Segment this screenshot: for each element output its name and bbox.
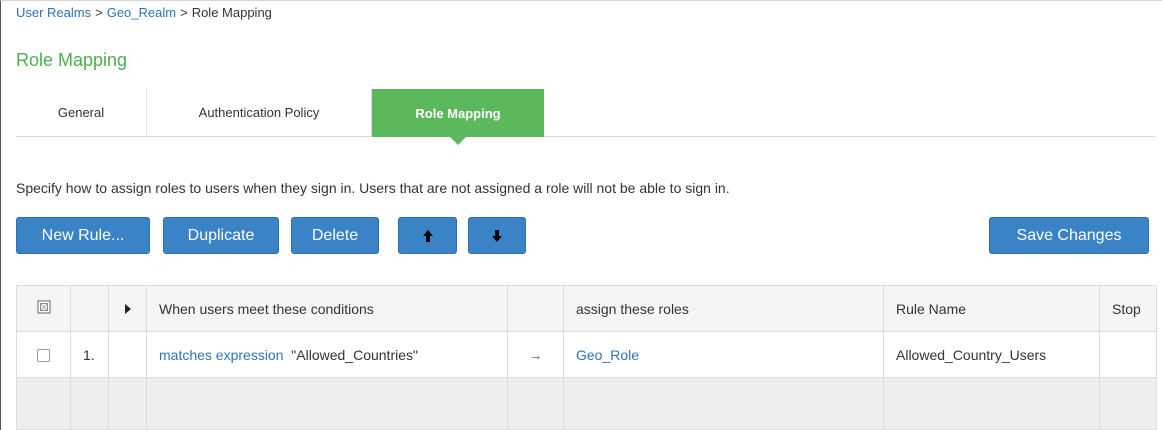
page-description: Specify how to assign roles to users whe… bbox=[16, 180, 730, 196]
select-all-header[interactable] bbox=[16, 285, 71, 332]
row-checkbox[interactable] bbox=[37, 349, 50, 363]
row-role: Geo_Role bbox=[563, 331, 884, 378]
row-index: 1. bbox=[70, 331, 109, 378]
roles-header: assign these roles bbox=[563, 285, 884, 332]
triangle-right-icon bbox=[124, 303, 131, 314]
row-expand-cell bbox=[108, 331, 147, 378]
table-row: 1. matches expression "Allowed_Countries… bbox=[16, 331, 1157, 378]
condition-value: "Allowed_Countries" bbox=[291, 346, 418, 363]
expand-header[interactable] bbox=[108, 285, 147, 332]
save-changes-button[interactable]: Save Changes bbox=[989, 217, 1149, 254]
page-title: Role Mapping bbox=[16, 50, 128, 70]
rule-name-header: Rule Name bbox=[883, 285, 1100, 332]
row-condition: matches expression "Allowed_Countries" bbox=[146, 331, 508, 378]
breadcrumb-separator: > bbox=[95, 5, 103, 20]
table-header-row: When users meet these conditions assign … bbox=[16, 285, 1157, 332]
breadcrumb-separator: > bbox=[180, 5, 188, 20]
tab-authentication-policy[interactable]: Authentication Policy bbox=[147, 89, 372, 136]
move-down-button[interactable] bbox=[468, 217, 526, 254]
arrow-header bbox=[507, 285, 564, 332]
select-all-checkbox-icon[interactable] bbox=[37, 300, 51, 314]
arrow-up-icon bbox=[422, 229, 433, 242]
tab-general[interactable]: General bbox=[16, 89, 147, 136]
tab-bar: General Authentication Policy Role Mappi… bbox=[16, 89, 1156, 145]
breadcrumb-current: Role Mapping bbox=[191, 5, 272, 20]
conditions-header: When users meet these conditions bbox=[146, 285, 508, 332]
index-header bbox=[70, 285, 109, 332]
empty-cell bbox=[16, 377, 71, 430]
empty-cell bbox=[70, 377, 109, 430]
table-row-empty bbox=[16, 377, 1157, 430]
arrow-down-icon bbox=[492, 229, 502, 242]
role-mapping-table: When users meet these conditions assign … bbox=[16, 285, 1157, 430]
row-select-cell[interactable] bbox=[16, 331, 71, 378]
empty-cell bbox=[507, 377, 564, 430]
empty-cell bbox=[1099, 377, 1157, 430]
stop-header: Stop bbox=[1099, 285, 1157, 332]
breadcrumb: User Realms > Geo_Realm > Role Mapping bbox=[16, 5, 272, 20]
row-rule-name: Allowed_Country_Users bbox=[883, 331, 1100, 378]
empty-cell bbox=[108, 377, 147, 430]
duplicate-button[interactable]: Duplicate bbox=[163, 217, 279, 254]
move-up-button[interactable] bbox=[398, 217, 457, 254]
tab-role-mapping[interactable]: Role Mapping bbox=[372, 89, 544, 145]
role-link[interactable]: Geo_Role bbox=[576, 347, 639, 363]
new-rule-button[interactable]: New Rule... bbox=[16, 217, 150, 254]
delete-button[interactable]: Delete bbox=[291, 217, 379, 254]
breadcrumb-link-geo-realm[interactable]: Geo_Realm bbox=[107, 5, 176, 20]
empty-cell bbox=[146, 377, 508, 430]
empty-cell bbox=[883, 377, 1100, 430]
condition-link[interactable]: matches expression bbox=[159, 347, 284, 363]
empty-cell bbox=[563, 377, 884, 430]
breadcrumb-link-user-realms[interactable]: User Realms bbox=[16, 5, 91, 20]
row-arrow: → bbox=[507, 331, 564, 378]
row-stop bbox=[1099, 331, 1157, 378]
